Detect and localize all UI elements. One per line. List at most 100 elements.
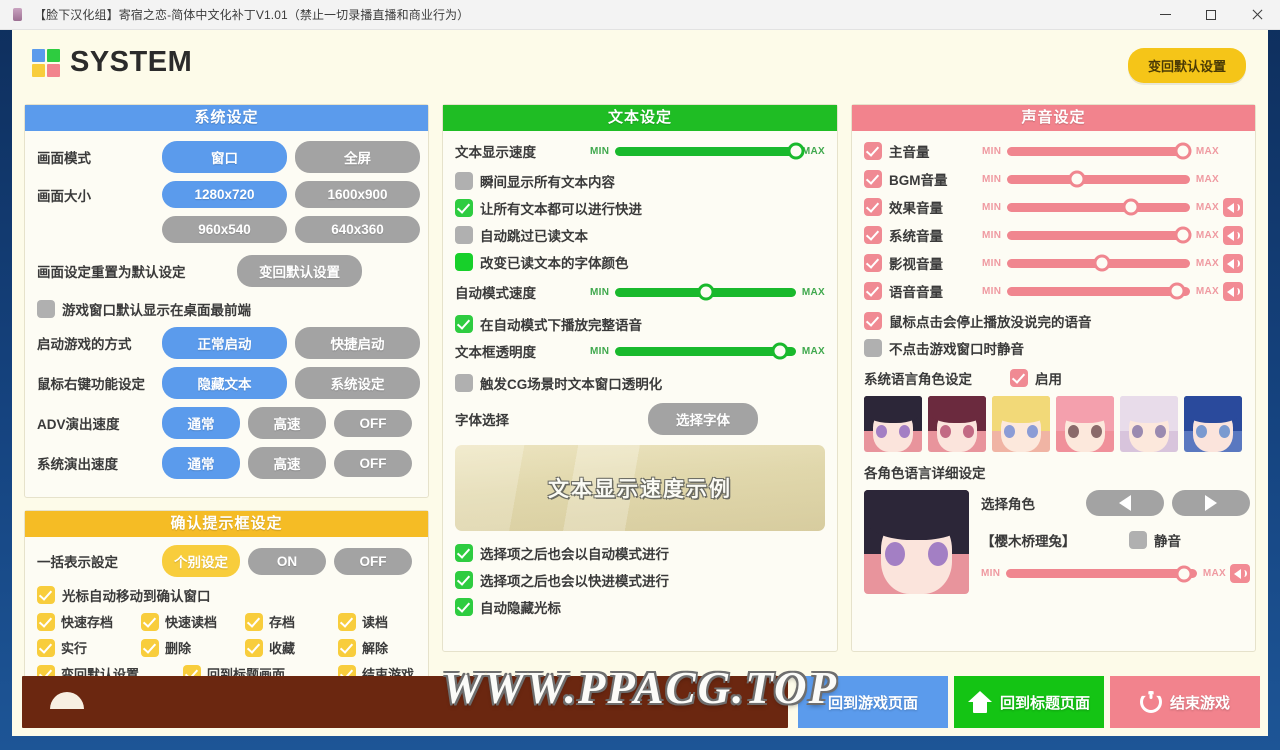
option-hide-text[interactable]: 隐藏文本 [162, 367, 287, 399]
checkbox-execute[interactable]: 实行 [37, 638, 141, 657]
checkbox-voice-volume[interactable]: 语音音量 [864, 281, 982, 301]
checkbox-cg-transparent[interactable]: 触发CG场景时文本窗口透明化 [455, 373, 662, 393]
slider-bgm-volume[interactable]: MIN MAX [982, 170, 1219, 188]
checkbox-system-volume[interactable]: 系统音量 [864, 225, 982, 245]
prev-character-button[interactable] [1086, 490, 1164, 516]
checkbox-movie-volume[interactable]: 影视音量 [864, 253, 982, 273]
minimize-button[interactable] [1142, 0, 1188, 30]
checkbox-favorite[interactable]: 收藏 [245, 638, 338, 657]
char-vol-track[interactable] [1006, 565, 1197, 582]
checkbox-master-volume[interactable]: 主音量 [864, 141, 982, 161]
option-adv-fast[interactable]: 高速 [248, 407, 326, 439]
slider-master-volume[interactable]: MIN MAX [982, 142, 1219, 160]
option-bulk-on[interactable]: ON [248, 547, 326, 575]
option-window-mode[interactable]: 窗口 [162, 141, 287, 173]
checkbox-quick-save[interactable]: 快速存档 [37, 612, 141, 631]
slider-voice-volume[interactable]: MIN MAX [982, 282, 1219, 300]
slider-system-volume[interactable]: MIN MAX [982, 226, 1219, 244]
maximize-button[interactable] [1188, 0, 1234, 30]
option-res-640x360[interactable]: 640x360 [295, 216, 420, 243]
checkbox-stop-voice-on-click[interactable]: 鼠标点击会停止播放没说完的语音 [864, 311, 1092, 331]
option-fullscreen-mode[interactable]: 全屏 [295, 141, 420, 173]
master-knob[interactable] [1174, 142, 1192, 160]
slider-textbox-opacity[interactable]: MIN MAX [590, 342, 825, 360]
checkbox-skip-after-choice[interactable]: 选择项之后也会以快进模式进行 [455, 570, 669, 590]
voice-knob[interactable] [1168, 282, 1186, 300]
speaker-icon-character[interactable] [1230, 564, 1250, 583]
master-track[interactable] [1007, 142, 1192, 160]
slider-movie-volume[interactable]: MIN MAX [982, 254, 1219, 272]
checkbox-sys-lang-enable[interactable]: 启用 [1010, 368, 1062, 388]
speaker-icon-movie[interactable] [1223, 253, 1243, 273]
speaker-icon-effect[interactable] [1223, 197, 1243, 217]
reset-all-button[interactable]: 变回默认设置 [1127, 48, 1246, 83]
speaker-icon-voice[interactable] [1223, 281, 1243, 301]
checkbox-effect-volume[interactable]: 效果音量 [864, 197, 982, 217]
checkbox-delete[interactable]: 删除 [141, 638, 245, 657]
close-button[interactable] [1234, 0, 1280, 30]
movie-knob[interactable] [1093, 254, 1111, 272]
bgm-knob[interactable] [1068, 170, 1086, 188]
checkbox-bgm-volume[interactable]: BGM音量 [864, 169, 982, 189]
option-res-1280x720[interactable]: 1280x720 [162, 181, 287, 208]
checkbox-save[interactable]: 存档 [245, 612, 338, 631]
checkbox-load[interactable]: 读档 [338, 612, 388, 631]
checkbox-character-mute[interactable]: 静音 [1129, 530, 1181, 550]
option-quick-launch[interactable]: 快捷启动 [295, 327, 420, 359]
checkbox-auto-hide-cursor[interactable]: 自动隐藏光标 [455, 597, 561, 617]
auto-speed-track[interactable] [615, 283, 796, 301]
checkbox-mute-unfocused[interactable]: 不点击游戏窗口时静音 [864, 338, 1024, 358]
next-character-button[interactable] [1172, 490, 1250, 516]
auto-speed-knob[interactable] [697, 283, 715, 301]
option-normal-launch[interactable]: 正常启动 [162, 327, 287, 359]
speaker-icon-system[interactable] [1223, 225, 1243, 245]
option-bulk-off[interactable]: OFF [334, 547, 412, 575]
slider-auto-speed[interactable]: MIN MAX [590, 283, 825, 301]
checkbox-topmost[interactable]: 游戏窗口默认显示在桌面最前端 [37, 299, 251, 319]
option-adv-off[interactable]: OFF [334, 409, 412, 437]
checkbox-auto-skip-read[interactable]: 自动跳过已读文本 [455, 225, 588, 245]
character-thumb-6[interactable] [1184, 396, 1242, 452]
character-thumb-1[interactable] [864, 396, 922, 452]
opacity-knob[interactable] [771, 342, 789, 360]
bgm-track[interactable] [1007, 170, 1190, 188]
system-knob[interactable] [1174, 226, 1192, 244]
text-speed-knob[interactable] [787, 142, 805, 160]
text-speed-preview[interactable]: 文本显示速度示例 [455, 445, 825, 531]
checkbox-auto-after-choice[interactable]: 选择项之后也会以自动模式进行 [455, 543, 669, 563]
character-thumb-3[interactable] [992, 396, 1050, 452]
select-font-button[interactable]: 选择字体 [648, 403, 758, 435]
option-sys-fast[interactable]: 高速 [248, 447, 326, 479]
checkbox-quick-load[interactable]: 快速读档 [141, 612, 245, 631]
option-res-1600x900[interactable]: 1600x900 [295, 181, 420, 208]
char-vol-knob[interactable] [1175, 565, 1193, 582]
checkbox-allow-skip[interactable]: 让所有文本都可以进行快进 [455, 198, 642, 218]
checkbox-read-text-color[interactable]: 改变已读文本的字体颜色 [455, 252, 629, 272]
option-res-960x540[interactable]: 960x540 [162, 216, 287, 243]
option-individual[interactable]: 个别设定 [162, 545, 240, 577]
system-track[interactable] [1007, 226, 1192, 244]
voice-track[interactable] [1007, 282, 1190, 300]
option-sys-off[interactable]: OFF [334, 449, 412, 477]
slider-text-speed[interactable]: MIN MAX [590, 142, 825, 160]
character-thumb-2[interactable] [928, 396, 986, 452]
slider-effect-volume[interactable]: MIN MAX [982, 198, 1219, 216]
checkbox-instant-display[interactable]: 瞬间显示所有文本内容 [455, 171, 615, 191]
slider-character-volume[interactable]: MIN MAX [981, 565, 1226, 582]
option-adv-normal[interactable]: 通常 [162, 407, 240, 439]
text-speed-track[interactable] [615, 142, 805, 160]
effect-knob[interactable] [1122, 198, 1140, 216]
effect-track[interactable] [1007, 198, 1190, 216]
exit-game-button[interactable]: 结束游戏 [1110, 676, 1260, 728]
screen-reset-button[interactable]: 变回默认设置 [237, 255, 362, 287]
checkbox-full-voice-auto[interactable]: 在自动模式下播放完整语音 [455, 314, 642, 334]
option-system-settings[interactable]: 系统设定 [295, 367, 420, 399]
return-to-title-button[interactable]: 回到标题页面 [954, 676, 1104, 728]
message-box[interactable] [22, 676, 788, 728]
option-sys-normal[interactable]: 通常 [162, 447, 240, 479]
return-to-game-button[interactable]: 回到游戏页面 [798, 676, 948, 728]
checkbox-release[interactable]: 解除 [338, 638, 388, 657]
movie-track[interactable] [1007, 254, 1190, 272]
character-thumb-5[interactable] [1120, 396, 1178, 452]
opacity-track[interactable] [615, 342, 796, 360]
